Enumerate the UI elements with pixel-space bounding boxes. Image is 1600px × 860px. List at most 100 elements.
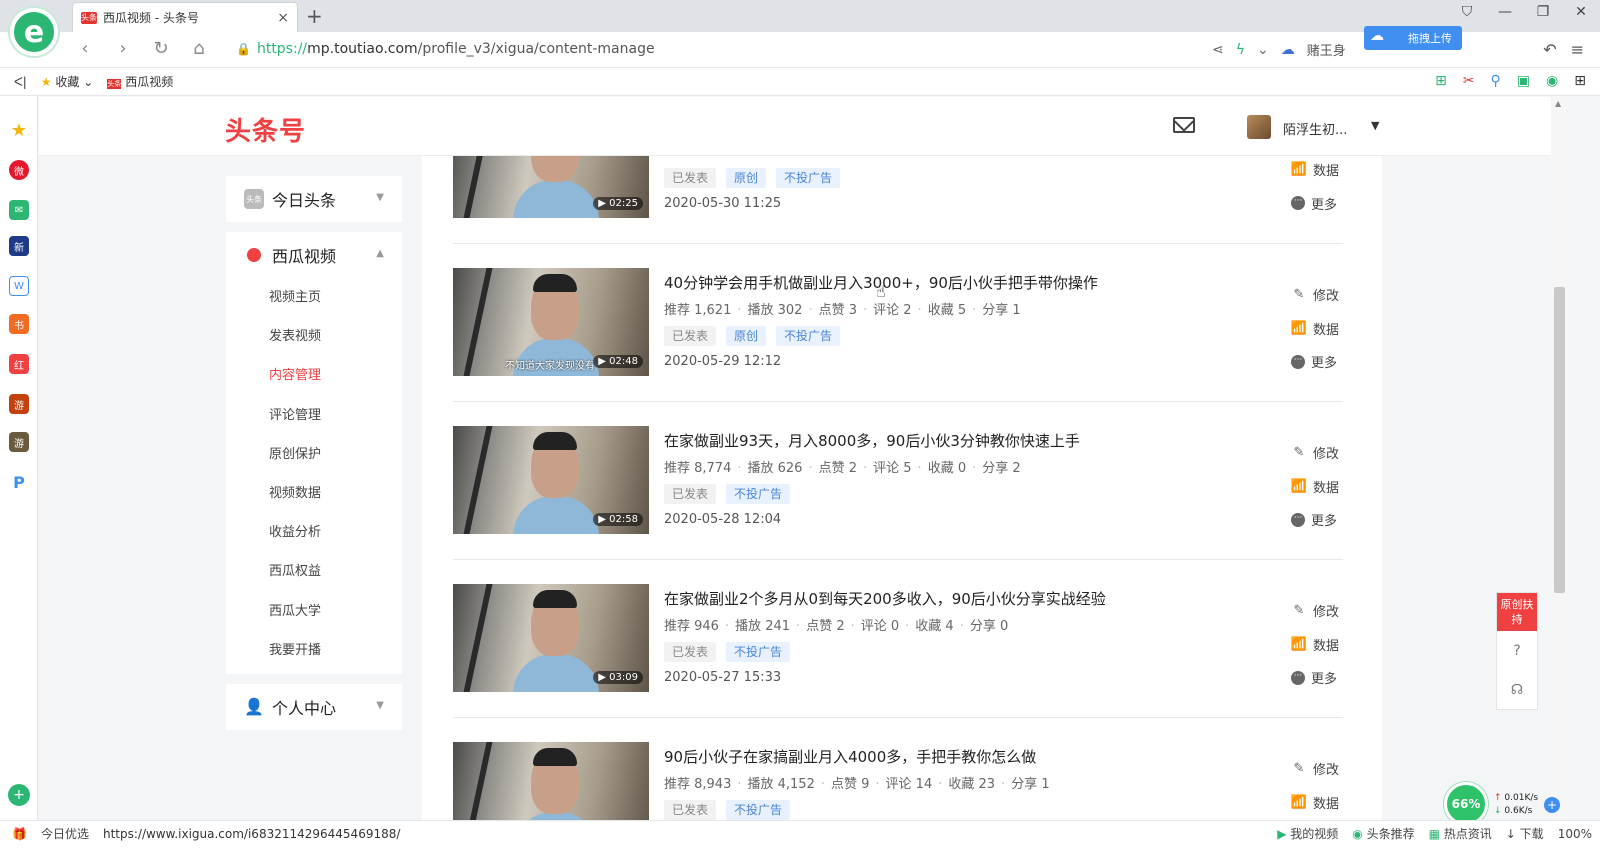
video-thumbnail[interactable]: 不知道大家发现没有 ▶ 02:48 (453, 268, 649, 376)
toutiao-favicon-icon: 头条 (81, 11, 97, 24)
hot-news-link[interactable]: ▦ 热点资讯 (1429, 825, 1492, 842)
my-videos-link[interactable]: ▶ 我的视频 (1277, 825, 1338, 842)
gift-icon[interactable]: 🎁 (12, 827, 27, 841)
sidebar-section-personal: 👤 个人中心 ▼ (226, 683, 402, 730)
chevron-down-icon[interactable]: ⌄ (1257, 42, 1269, 58)
apps-grid-icon[interactable]: ⊞ (1574, 73, 1586, 89)
video-title[interactable]: 在家做副业2个多月从0到每天200多收入，90后小伙分享实战经验 (664, 588, 1106, 609)
headset-icon[interactable]: ☊ (1497, 670, 1537, 709)
url-field[interactable]: 🔒 https://mp.toutiao.com/profile_v3/xigu… (236, 41, 655, 57)
help-icon[interactable]: ? (1497, 631, 1537, 670)
sidebar-section-toutiao: 头条 今日头条 ▼ (226, 176, 402, 222)
avatar[interactable] (1247, 115, 1271, 139)
p-app-icon[interactable]: P (9, 472, 29, 492)
video-title[interactable]: 90后小伙子在家搞副业月入4000多，手把手教你怎么做 (664, 746, 1036, 767)
edit-button[interactable]: ✎ 修改 (1291, 752, 1339, 786)
scrollbar-thumb[interactable] (1554, 287, 1565, 593)
mail-app-icon[interactable]: ✉ (9, 200, 29, 220)
edit-button[interactable]: ✎ 修改 (1291, 594, 1339, 628)
speed-plus-icon[interactable]: + (1544, 797, 1560, 813)
doc-app-icon[interactable]: W (9, 276, 29, 296)
more-button[interactable]: ··· 更多 (1291, 661, 1339, 695)
data-button[interactable]: 📶 数据 (1291, 312, 1339, 346)
sidebar-item-publish-video[interactable]: 发表视频 (226, 317, 402, 356)
edit-button[interactable]: ✎ 修改 (1291, 436, 1339, 470)
refresh-icon[interactable]: ↻ (150, 38, 172, 59)
browser-tab[interactable]: 头条 西瓜视频 - 头条号 × (72, 2, 298, 32)
undo-icon[interactable]: ↶ (1543, 40, 1556, 59)
sidebar-item-comment-manage[interactable]: 评论管理 (226, 396, 402, 435)
new-tab-button[interactable]: + (306, 4, 323, 28)
sidebar-item-video-home[interactable]: 视频主页 (226, 278, 402, 317)
status-badge: 已发表 (664, 326, 717, 346)
sidebar-item-original-protect[interactable]: 原创保护 (226, 435, 402, 474)
restore-icon[interactable]: ❐ (1536, 4, 1550, 20)
page-scrollbar[interactable]: ▲ (1551, 97, 1568, 820)
sidebar-item-personal[interactable]: 👤 个人中心 ▼ (226, 684, 402, 730)
scissors-icon[interactable]: ✂ (1463, 73, 1475, 89)
translate-icon[interactable]: ⊞ (1435, 73, 1447, 89)
tab-close-icon[interactable]: × (277, 10, 289, 26)
scroll-up-icon[interactable]: ▲ (1555, 99, 1561, 108)
profile-icon[interactable]: ☁ (1281, 42, 1295, 58)
data-button[interactable]: 📶 数据 (1291, 156, 1339, 187)
video-thumbnail[interactable] (453, 742, 649, 820)
sidebar-item-content-manage[interactable]: 内容管理 (226, 356, 402, 395)
data-button[interactable]: 📶 数据 (1291, 470, 1339, 504)
yuan-icon[interactable]: ◉ (1546, 73, 1558, 89)
sidebar-item-xigua-university[interactable]: 西瓜大学 (226, 592, 402, 631)
video-title[interactable]: 在家做副业93天，月入8000多，90后小伙3分钟教你快速上手 (664, 430, 1080, 451)
forward-icon[interactable]: › (112, 38, 134, 59)
sidebar-item-revenue[interactable]: 收益分析 (226, 513, 402, 552)
user-name[interactable]: 陌浮生初... (1283, 119, 1347, 138)
share-icon[interactable]: ⋖ (1212, 42, 1224, 58)
game-icon[interactable]: ▣ (1517, 73, 1530, 89)
home-icon[interactable]: ⌂ (188, 38, 210, 59)
game-app-icon[interactable]: 游 (9, 394, 29, 414)
bookmark-xigua[interactable]: 头条 西瓜视频 (107, 73, 173, 90)
drag-upload-button[interactable]: ☁ 拖拽上传 (1364, 26, 1462, 50)
today-picks-link[interactable]: 今日优选 (41, 825, 89, 842)
more-button[interactable]: ··· 更多 (1291, 503, 1339, 537)
more-button[interactable]: ··· 更多 (1291, 187, 1339, 221)
search-icon[interactable]: ⚲ (1491, 73, 1501, 89)
close-window-icon[interactable]: ✕ (1574, 4, 1588, 20)
sidebar-item-go-live[interactable]: 我要开播 (226, 631, 402, 670)
toutiao-logo[interactable]: 头条号 (225, 111, 306, 148)
add-app-icon[interactable]: + (8, 784, 30, 806)
download-link[interactable]: ↓ 下载 (1506, 825, 1544, 842)
back-icon[interactable]: ‹ (74, 38, 96, 59)
original-support-button[interactable]: 原创扶持 (1497, 593, 1537, 631)
edit-button[interactable]: ✎ 修改 (1291, 278, 1339, 312)
bar-chart-icon: 📶 (1290, 320, 1308, 336)
more-button[interactable]: ··· 更多 (1291, 345, 1339, 379)
news-app-icon[interactable]: 新 (9, 236, 29, 256)
sidebar: 头条 今日头条 ▼ 西瓜视频 ▲ 视频主页 发表视频 内容管理 评论管理 原创保… (226, 176, 402, 740)
sidebar-item-toutiao[interactable]: 头条 今日头条 ▼ (226, 176, 402, 222)
toutiao-recommend-link[interactable]: ◉ 头条推荐 (1352, 825, 1414, 842)
menu-icon[interactable]: ≡ (1571, 40, 1584, 59)
video-thumbnail[interactable]: ▶ 02:58 (453, 426, 649, 534)
shop-app-icon[interactable]: 红 (9, 354, 29, 374)
novel-app-icon[interactable]: 书 (9, 314, 29, 334)
minimize-icon[interactable]: — (1498, 4, 1512, 20)
profile-label[interactable]: 赌王身 (1307, 40, 1346, 59)
sidebar-item-video-data[interactable]: 视频数据 (226, 474, 402, 513)
data-button[interactable]: 📶 数据 (1291, 628, 1339, 662)
data-button[interactable]: 📶 数据 (1291, 786, 1339, 820)
sidebar-item-xigua[interactable]: 西瓜视频 ▲ (226, 232, 402, 278)
bookmark-favorites[interactable]: ★ 收藏 ⌄ (41, 73, 93, 90)
chevron-down-icon[interactable]: ▼ (1371, 119, 1379, 132)
zoom-level[interactable]: 100% (1558, 827, 1592, 841)
video-thumbnail[interactable]: ▶ 03:09 (453, 584, 649, 692)
video-thumbnail[interactable]: ▶ 02:25 (453, 156, 649, 218)
skin-icon[interactable]: ⛉ (1460, 4, 1474, 20)
game2-app-icon[interactable]: 游 (9, 432, 29, 452)
mail-icon[interactable] (1173, 117, 1195, 133)
table-row: ▶ 02:58 在家做副业93天，月入8000多，90后小伙3分钟教你快速上手 … (453, 402, 1343, 560)
weibo-icon[interactable]: 微 (9, 160, 29, 180)
sidebar-item-xigua-rights[interactable]: 西瓜权益 (226, 552, 402, 591)
collapse-sidebar-icon[interactable]: ᐸ| (14, 75, 27, 89)
lightning-icon[interactable]: ϟ (1236, 42, 1245, 58)
favorites-star-icon[interactable]: ★ (9, 120, 29, 141)
